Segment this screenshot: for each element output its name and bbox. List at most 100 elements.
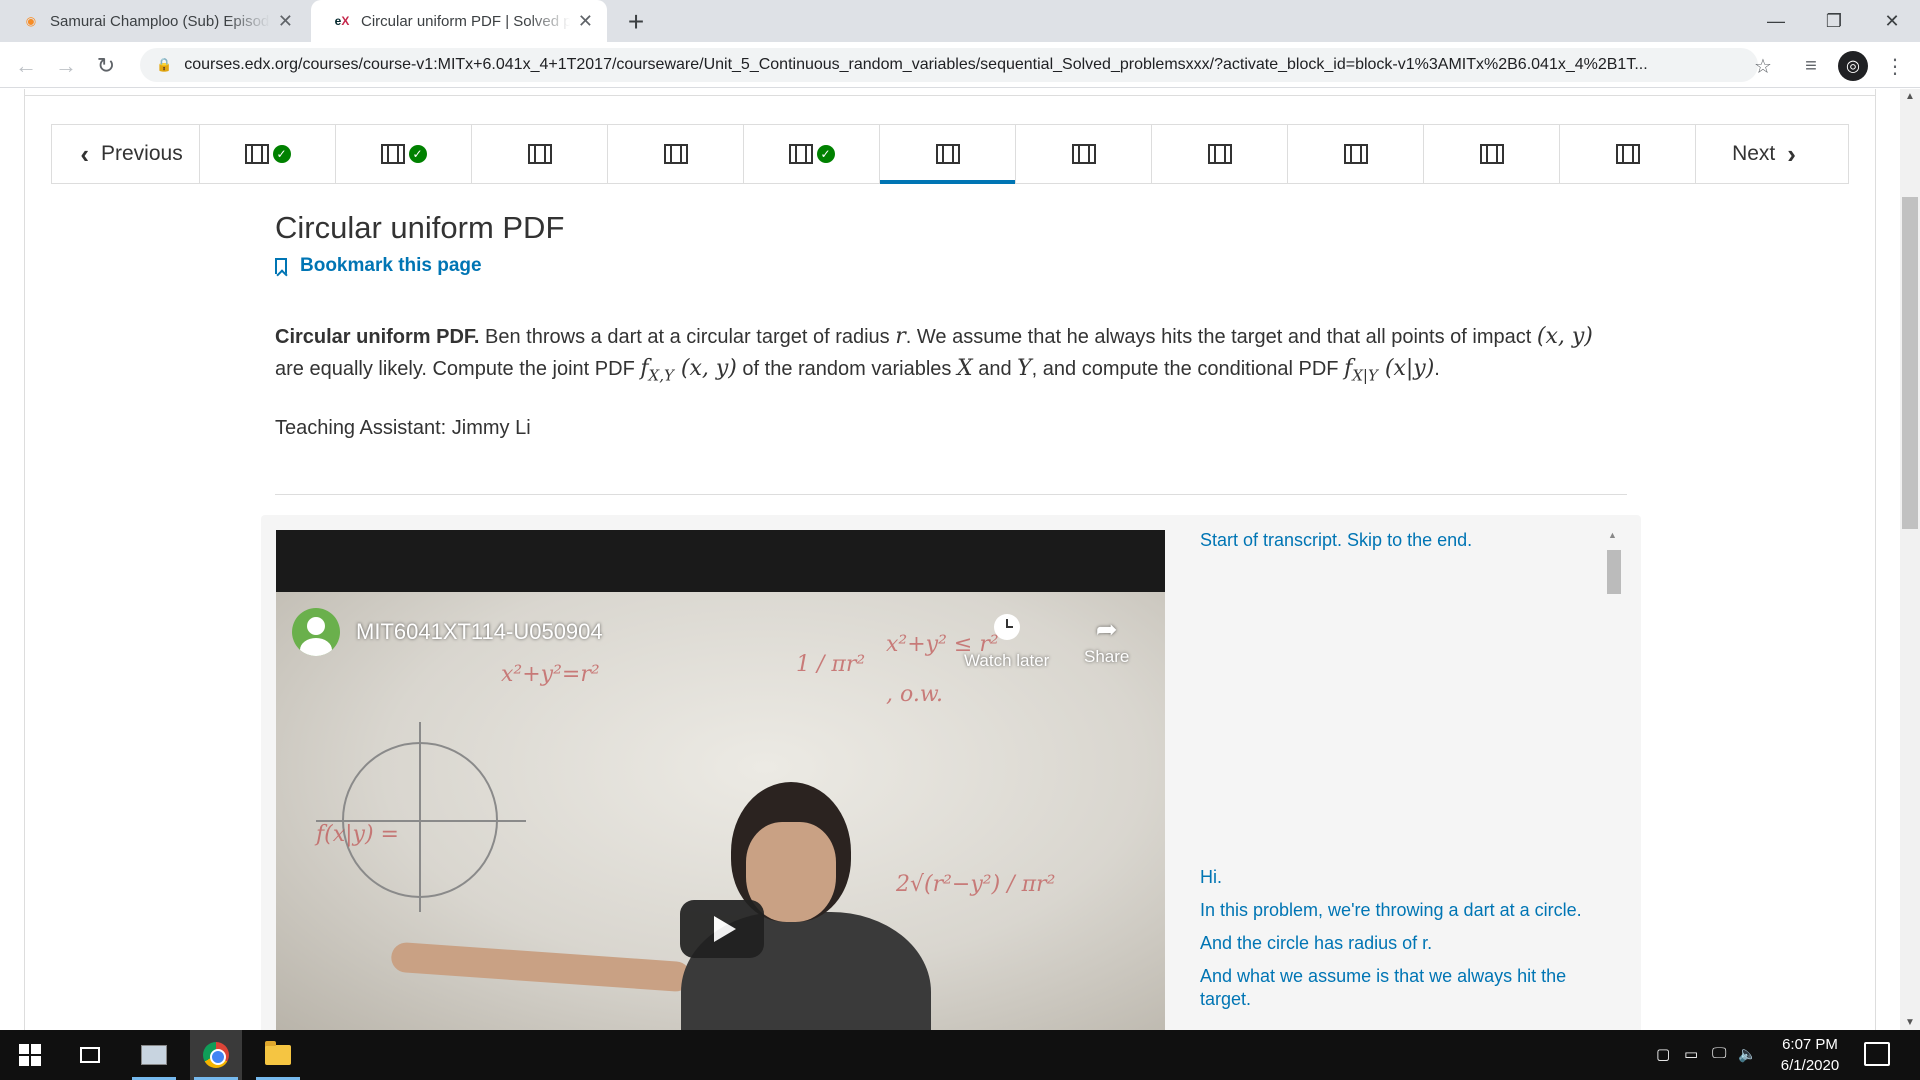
seq-unit-8[interactable]	[1152, 125, 1288, 183]
math-arg: (x|y)	[1377, 356, 1435, 381]
video-icon	[527, 144, 552, 164]
crunchyroll-icon: ◉	[25, 14, 37, 28]
taskbar-app-chrome[interactable]	[190, 1030, 242, 1080]
transcript-lines: Hi. In this problem, we're throwing a da…	[1200, 866, 1600, 1021]
divider	[275, 494, 1627, 495]
seq-unit-1[interactable]: ✓	[200, 125, 336, 183]
watch-later-button[interactable]: Watch later	[964, 614, 1049, 671]
play-button[interactable]	[680, 900, 764, 958]
scroll-up-icon[interactable]: ▲	[1905, 91, 1915, 102]
channel-avatar[interactable]	[292, 608, 340, 656]
transcript-line[interactable]: Hi.	[1200, 866, 1600, 889]
transcript-panel: Start of transcript. Skip to the end. Hi…	[1180, 530, 1622, 1030]
taskbar-app-photos[interactable]	[128, 1030, 180, 1080]
more-menu-icon[interactable]: ⋮	[1880, 51, 1910, 81]
scroll-thumb[interactable]	[1902, 197, 1918, 529]
math-Y: Y	[1017, 356, 1032, 381]
video-icon	[1207, 144, 1232, 164]
problem-text: Ben throws a dart at a circular target o…	[479, 326, 896, 348]
problem-text: , and compute the conditional PDF	[1031, 358, 1345, 380]
notification-center-icon[interactable]	[1864, 1042, 1890, 1066]
media-control-icon[interactable]: ≡	[1796, 51, 1826, 81]
seq-unit-7[interactable]	[1016, 125, 1152, 183]
transcript-line[interactable]: And the circle has radius of r.	[1200, 932, 1600, 955]
windows-taskbar: ▢ ▭ 🖵 🔈 6:07 PM 6/1/2020	[0, 1030, 1920, 1080]
whiteboard-writing: , o.w.	[886, 682, 944, 707]
seq-unit-9[interactable]	[1288, 125, 1424, 183]
minimize-button[interactable]: —	[1748, 0, 1804, 42]
checkmark-icon: ✓	[272, 145, 291, 163]
clock-date: 6/1/2020	[1780, 1057, 1840, 1074]
close-tab-icon[interactable]: ✕	[578, 11, 593, 32]
transcript-scrollbar[interactable]: ▲	[1604, 530, 1622, 1030]
problem-text: . We assume that he always hits the targ…	[905, 326, 1537, 348]
taskbar-app-file-explorer[interactable]	[252, 1030, 304, 1080]
scroll-thumb[interactable]	[1607, 550, 1621, 594]
chevron-left-icon: ‹	[80, 138, 89, 169]
restore-button[interactable]: ❐	[1806, 0, 1862, 42]
scroll-down-icon[interactable]: ▼	[1905, 1017, 1915, 1028]
seq-unit-5[interactable]: ✓	[744, 125, 880, 183]
reload-button[interactable]: ↻	[90, 50, 122, 82]
previous-button[interactable]: ‹ Previous	[52, 125, 200, 183]
whiteboard-writing: x²+y²=r²	[501, 662, 600, 687]
problem-statement: Circular uniform PDF. Ben throws a dart …	[275, 321, 1615, 391]
math-f: f	[640, 356, 649, 381]
instructor-arm	[390, 941, 692, 993]
video-icon	[1343, 144, 1368, 164]
page-title: Circular uniform PDF	[275, 210, 565, 245]
address-bar[interactable]: 🔒 courses.edx.org/courses/course-v1:MITx…	[140, 48, 1758, 82]
tab-title: Circular uniform PDF | Solved pro	[361, 12, 570, 30]
problem-text: of the random variables	[736, 358, 957, 380]
bookmark-button[interactable]: Bookmark this page	[275, 255, 482, 277]
video-title[interactable]: MIT6041XT114-U050904	[356, 619, 603, 645]
profile-avatar[interactable]: ◎	[1838, 51, 1868, 81]
video-channel[interactable]: MIT6041XT114-U050904	[292, 608, 603, 656]
math-arg: (x, y)	[673, 356, 737, 381]
skip-transcript-link[interactable]: Start of transcript. Skip to the end.	[1200, 530, 1472, 551]
tab-title: Samurai Champloo (Sub) Episode	[50, 12, 270, 30]
scroll-up-icon[interactable]: ▲	[1608, 530, 1617, 540]
volume-icon[interactable]: 🔈	[1738, 1045, 1757, 1063]
transcript-line[interactable]: In this problem, we're throwing a dart a…	[1200, 899, 1600, 922]
divider	[24, 95, 1876, 96]
problem-heading: Circular uniform PDF.	[275, 326, 480, 348]
tab-circular-uniform-pdf[interactable]: eX Circular uniform PDF | Solved pro ✕	[311, 0, 607, 42]
seq-unit-2[interactable]: ✓	[336, 125, 472, 183]
close-window-button[interactable]: ✕	[1864, 0, 1920, 42]
sequence-navigation: ‹ Previous ✓ ✓ ✓ Next ›	[51, 124, 1849, 184]
new-tab-button[interactable]: +	[620, 6, 652, 38]
checkmark-icon: ✓	[816, 145, 835, 163]
close-tab-icon[interactable]: ✕	[278, 11, 293, 32]
start-button[interactable]	[4, 1030, 56, 1080]
network-icon[interactable]: 🖵	[1712, 1045, 1726, 1062]
tab-samurai-champloo[interactable]: ◉ Samurai Champloo (Sub) Episode ✕	[0, 0, 307, 42]
system-clock[interactable]: 6:07 PM 6/1/2020	[1760, 1034, 1860, 1076]
seq-unit-6-active[interactable]	[880, 125, 1016, 184]
seq-unit-4[interactable]	[608, 125, 744, 183]
forward-button[interactable]: →	[50, 50, 82, 82]
battery-icon[interactable]: ▭	[1684, 1045, 1698, 1063]
seq-unit-10[interactable]	[1424, 125, 1560, 183]
next-label: Next	[1732, 142, 1776, 165]
share-label: Share	[1084, 647, 1130, 666]
seq-unit-11[interactable]	[1560, 125, 1696, 183]
math-sub: X|Y	[1352, 366, 1378, 385]
tablet-mode-icon[interactable]: ▢	[1656, 1045, 1670, 1063]
video-top-bar	[276, 530, 1165, 592]
share-button[interactable]: ➦ Share	[1084, 614, 1129, 667]
video-player[interactable]: x²+y²=r² 1 / πr² x²+y² ≤ r² , o.w. f(x|y…	[276, 530, 1165, 1030]
next-button[interactable]: Next ›	[1696, 125, 1844, 183]
windows-logo-icon	[19, 1044, 41, 1066]
back-button[interactable]: ←	[10, 50, 42, 82]
math-xy: (x, y)	[1536, 324, 1593, 349]
video-icon	[244, 144, 269, 164]
clock-icon	[993, 614, 1020, 640]
page-scrollbar[interactable]: ▲ ▼	[1900, 89, 1920, 1030]
transcript-line[interactable]: And what we assume is that we always hit…	[1200, 965, 1600, 1011]
seq-unit-3[interactable]	[472, 125, 608, 183]
star-icon[interactable]: ☆	[1748, 51, 1778, 81]
checkmark-icon: ✓	[408, 145, 427, 163]
problem-text: and	[972, 358, 1018, 380]
task-view-button[interactable]	[64, 1030, 116, 1080]
